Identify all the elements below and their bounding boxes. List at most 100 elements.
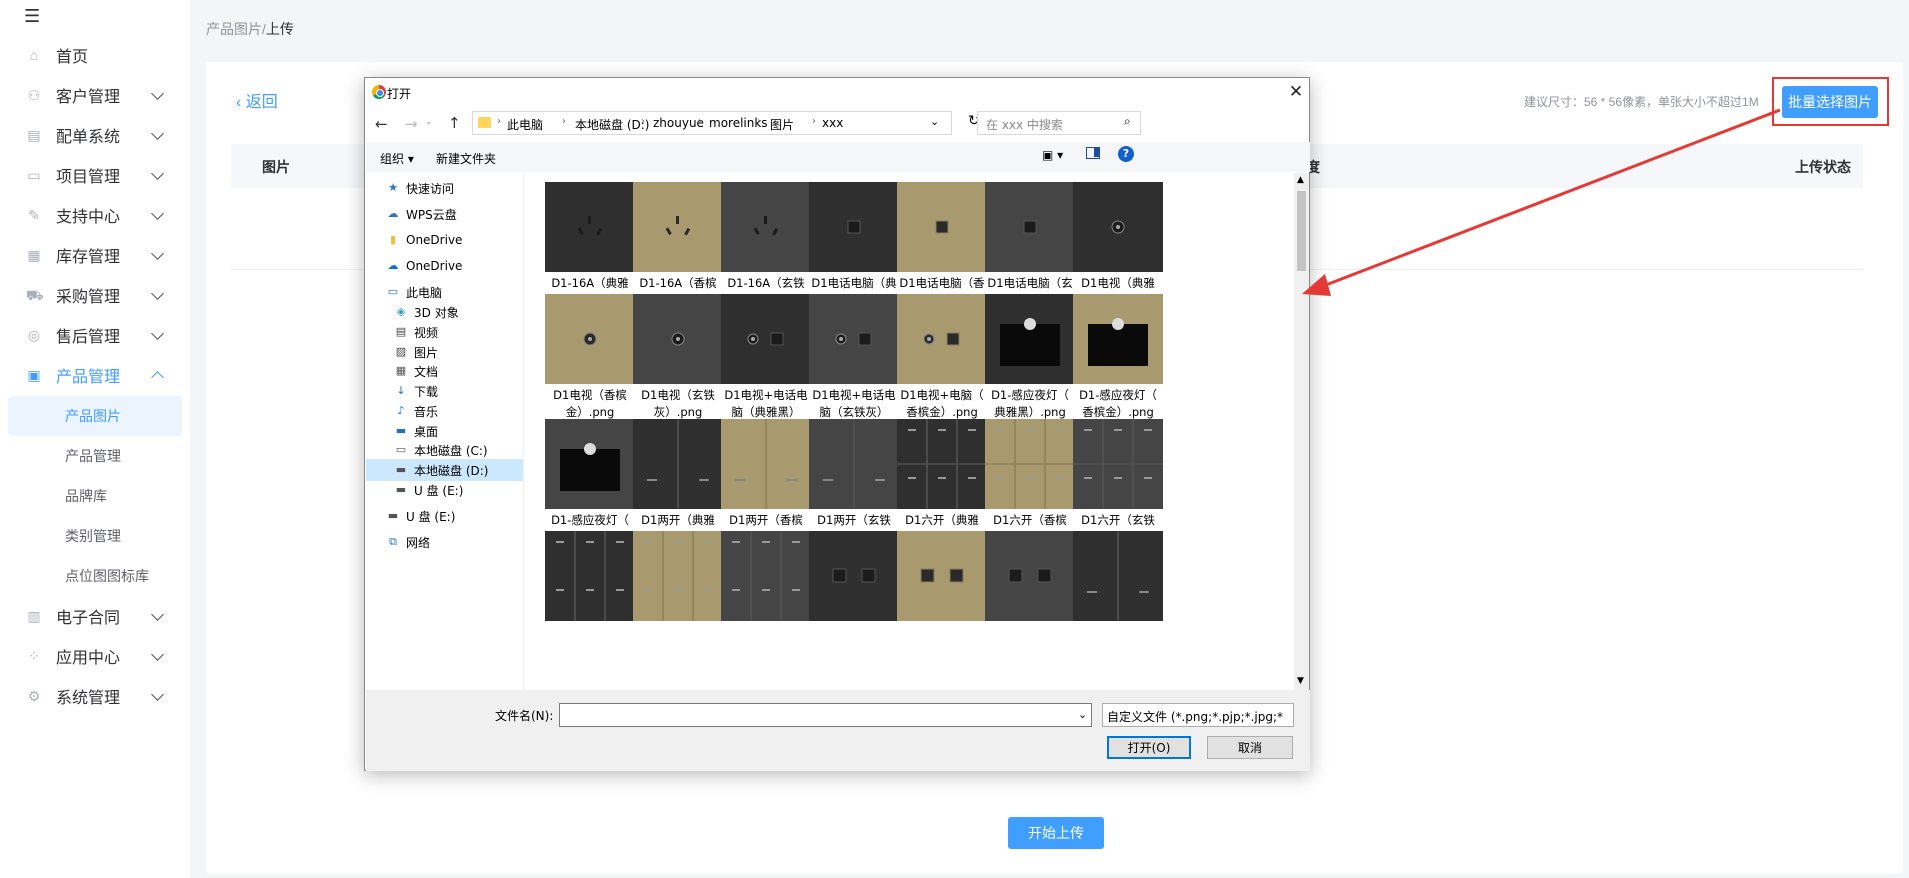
back-arrow-icon[interactable]: ← <box>375 115 388 133</box>
sidebar-item-10[interactable]: ⁘ 应用中心 <box>0 636 190 676</box>
chevron-down-icon[interactable]: ⌄ <box>1078 708 1087 721</box>
forward-arrow-icon[interactable]: → <box>405 115 418 133</box>
nav-pane-item[interactable]: ♪ 音乐 <box>366 400 523 422</box>
file-thumbnail[interactable] <box>633 419 723 509</box>
menu-toggle-icon[interactable]: ☰ <box>24 6 40 27</box>
view-options-icon[interactable]: ▣ ▾ <box>1042 148 1063 162</box>
nav-pane-item[interactable]: ▬ U 盘 (E:) <box>366 479 523 501</box>
nav-pane-label: U 盘 (E:) <box>414 483 464 498</box>
recent-chevron-icon[interactable]: ⌄ <box>425 117 433 127</box>
sidebar-item-5[interactable]: ▦ 库存管理 <box>0 235 190 275</box>
nav-pane-item[interactable]: ↓ 下载 <box>366 380 523 402</box>
sidebar-item-3[interactable]: ▭ 项目管理 <box>0 155 190 195</box>
nav-pane-label: 本地磁盘 (D:) <box>414 463 489 478</box>
file-thumbnail[interactable] <box>545 294 635 384</box>
file-thumbnail[interactable] <box>545 531 635 621</box>
path-separator-icon: › <box>812 116 816 127</box>
file-thumbnail[interactable] <box>985 294 1075 384</box>
file-thumbnail[interactable] <box>985 182 1075 272</box>
sidebar-subitem-2[interactable]: 品牌库 <box>8 476 182 516</box>
nav-pane-item[interactable]: ⧉ 网络 <box>366 531 523 553</box>
file-thumbnail[interactable] <box>897 419 987 509</box>
file-name[interactable]: D1-感应夜灯（ 香槟金）.png <box>1066 387 1170 421</box>
nav-pane-item[interactable]: ▭ 此电脑 <box>366 281 523 303</box>
nav-pane-item[interactable]: ☁ OneDrive <box>366 255 523 277</box>
sidebar-subitem-3[interactable]: 类别管理 <box>8 516 182 556</box>
nav-pane-item[interactable]: ▭ 本地磁盘 (C:) <box>366 439 523 461</box>
path-segment[interactable]: 图片 <box>770 116 794 133</box>
sidebar-item-9[interactable]: ▥ 电子合同 <box>0 596 190 636</box>
scroll-up-icon[interactable]: ▲ <box>1297 175 1304 185</box>
preview-pane-icon[interactable] <box>1086 147 1100 159</box>
file-thumbnail[interactable] <box>1073 419 1163 509</box>
file-thumbnail[interactable] <box>1073 182 1163 272</box>
file-thumbnail[interactable] <box>633 182 723 272</box>
file-thumbnail[interactable] <box>809 531 899 621</box>
file-thumbnail[interactable] <box>985 419 1075 509</box>
path-separator-icon: › <box>698 116 702 127</box>
filetype-select[interactable]: 自定义文件 (*.png;*.pjp;*.jpg;* <box>1102 703 1294 727</box>
nav-pane-item[interactable]: ★ 快速访问 <box>366 177 523 199</box>
sidebar-item-8[interactable]: ▣ 产品管理 <box>0 355 190 395</box>
file-thumbnail[interactable] <box>985 531 1075 621</box>
filename-input[interactable]: ⌄ <box>559 703 1092 727</box>
file-thumbnail[interactable] <box>897 531 987 621</box>
search-input[interactable]: 在 xxx 中搜索 ⌕ <box>977 111 1141 135</box>
file-thumbnail[interactable] <box>1073 294 1163 384</box>
file-thumbnail[interactable] <box>809 182 899 272</box>
search-icon[interactable]: ⌕ <box>1124 114 1131 129</box>
vertical-scrollbar[interactable]: ▲ ▼ <box>1294 173 1309 690</box>
sidebar-item-2[interactable]: ▤ 配单系统 <box>0 115 190 155</box>
new-folder-button[interactable]: 新建文件夹 <box>436 150 496 167</box>
scroll-down-icon[interactable]: ▼ <box>1297 676 1304 686</box>
organize-menu[interactable]: 组织 ▾ <box>380 150 414 167</box>
file-thumbnail[interactable] <box>721 294 811 384</box>
nav-pane-item[interactable]: ▬ U 盘 (E:) <box>366 505 523 527</box>
back-label: 返回 <box>245 94 278 111</box>
file-thumbnail[interactable] <box>809 294 899 384</box>
file-thumbnail[interactable] <box>545 182 635 272</box>
sidebar-subitem-4[interactable]: 点位图图标库 <box>8 556 182 596</box>
path-segment[interactable]: 此电脑 <box>507 116 543 133</box>
start-upload-button[interactable]: 开始上传 <box>1008 817 1104 849</box>
sidebar-subitem-1[interactable]: 产品管理 <box>8 436 182 476</box>
sidebar-item-1[interactable]: ⚇ 客户管理 <box>0 75 190 115</box>
up-arrow-icon[interactable]: ↑ <box>448 114 461 132</box>
file-thumbnail[interactable] <box>721 182 811 272</box>
file-thumbnail[interactable] <box>809 419 899 509</box>
nav-pane-item[interactable]: ▮ OneDrive <box>366 229 523 251</box>
sidebar-subitem-0[interactable]: 产品图片 <box>8 396 182 436</box>
path-segment[interactable]: zhouyue <box>653 116 704 130</box>
file-thumbnail[interactable] <box>897 182 987 272</box>
path-segment[interactable]: xxx <box>822 116 843 130</box>
help-icon[interactable]: ? <box>1118 146 1134 162</box>
open-button[interactable]: 打开(O) <box>1107 736 1191 759</box>
sidebar-item-11[interactable]: ⚙ 系统管理 <box>0 676 190 716</box>
file-thumbnail[interactable] <box>633 294 723 384</box>
sidebar-item-4[interactable]: ✎ 支持中心 <box>0 195 190 235</box>
nav-pane-item[interactable]: ◈ 3D 对象 <box>366 301 523 323</box>
nav-pane-item[interactable]: ☁ WPS云盘 <box>366 203 523 225</box>
path-segment[interactable]: 本地磁盘 (D:) <box>575 116 649 133</box>
nav-pane-item[interactable]: ▦ 文档 <box>366 360 523 382</box>
back-link[interactable]: ‹ 返回 <box>236 88 278 112</box>
file-thumbnail[interactable] <box>633 531 723 621</box>
file-thumbnail[interactable] <box>545 419 635 509</box>
sidebar-item-6[interactable]: ⛟ 采购管理 <box>0 275 190 315</box>
scroll-thumb[interactable] <box>1297 191 1306 271</box>
file-name-line: D1电视（典雅 <box>1081 276 1155 290</box>
chevron-down-icon[interactable]: ⌄ <box>930 115 939 128</box>
file-thumbnail[interactable] <box>1073 531 1163 621</box>
sidebar: ☰ ⌂ 首页 ⚇ 客户管理 ▤ 配单系统 ▭ 项目管理 ✎ 支持中心 ▦ 库存管理 ⛟ 采购管理 ◎ 售后管理… <box>0 0 190 878</box>
sidebar-item-7[interactable]: ◎ 售后管理 <box>0 315 190 355</box>
close-icon[interactable]: ✕ <box>1287 82 1305 102</box>
cancel-button[interactable]: 取消 <box>1207 736 1293 759</box>
breadcrumb-parent[interactable]: 产品图片 <box>206 21 262 37</box>
address-bar[interactable]: › 此电脑 › 本地磁盘 (D:) › zhouyue › morelinks › 图片 › xxx … <box>472 111 952 135</box>
sidebar-item-0[interactable]: ⌂ 首页 <box>0 35 190 75</box>
nav-pane-item[interactable]: ▤ 视频 <box>366 321 523 343</box>
file-thumbnail[interactable] <box>721 419 811 509</box>
file-thumbnail[interactable] <box>721 531 811 621</box>
file-thumbnail[interactable] <box>897 294 987 384</box>
nav-pane-item[interactable]: ▬ 本地磁盘 (D:) <box>366 459 523 481</box>
